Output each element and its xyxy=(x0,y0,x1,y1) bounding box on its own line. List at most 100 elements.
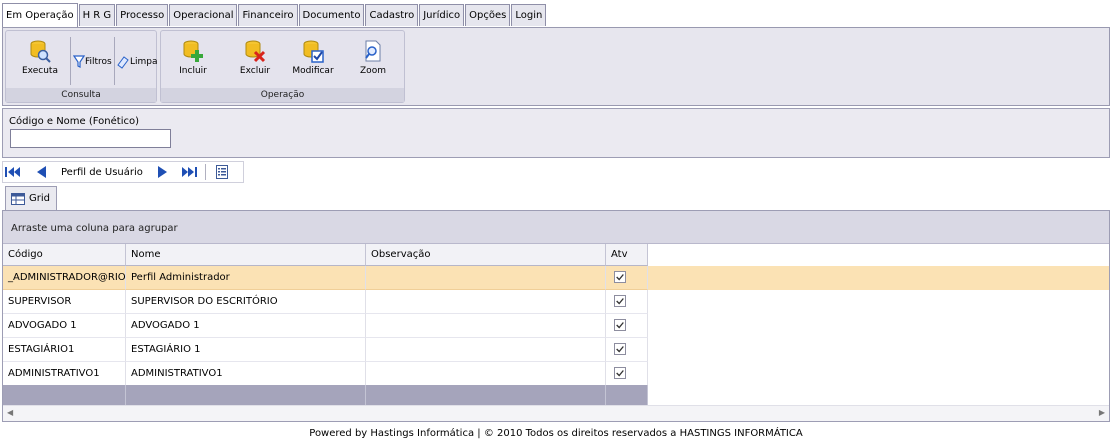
tab-cadastro[interactable]: Cadastro xyxy=(365,4,419,26)
cell-codigo[interactable]: _ADMINISTRADOR@RIO xyxy=(3,266,126,290)
scroll-left-icon[interactable]: ◀ xyxy=(7,408,13,417)
database-search-icon xyxy=(30,40,51,63)
modificar-button[interactable]: Modificar xyxy=(291,39,335,83)
cell-observacao[interactable] xyxy=(366,290,606,314)
navigator-separator xyxy=(204,164,206,180)
operacao-group-label: Operação xyxy=(161,88,404,102)
operacao-group: Incluir Excluir Modificar Zoom Operação xyxy=(160,30,405,103)
tab-financeiro[interactable]: Financeiro xyxy=(238,4,298,26)
codigo-nome-input[interactable] xyxy=(10,129,171,148)
cell-atv[interactable] xyxy=(606,266,648,290)
funnel-icon xyxy=(73,55,85,68)
column-header-codigo[interactable]: Código xyxy=(3,244,126,266)
executa-label: Executa xyxy=(22,66,58,76)
codigo-nome-label: Código e Nome (Fonético) xyxy=(9,116,139,127)
tab-documento[interactable]: Documento xyxy=(298,4,365,26)
page-footer: Powered by Hastings Informática | © 2010… xyxy=(309,428,803,439)
cell-observacao[interactable] xyxy=(366,266,606,290)
cell-atv[interactable] xyxy=(606,338,648,362)
grid-icon xyxy=(11,192,25,205)
tab-processo[interactable]: Processo xyxy=(116,4,169,26)
tab-grid[interactable]: Grid xyxy=(5,186,57,210)
prev-record-button[interactable] xyxy=(31,163,51,181)
column-header-atv[interactable]: Atv xyxy=(606,244,648,266)
group-by-panel[interactable]: Arraste uma coluna para agrupar xyxy=(3,211,1109,244)
grid-tab-label: Grid xyxy=(29,193,50,204)
checkbox-checked-icon[interactable] xyxy=(614,343,626,355)
database-add-icon xyxy=(183,40,203,62)
cell-atv[interactable] xyxy=(606,362,648,386)
executa-button[interactable]: Executa xyxy=(20,39,60,83)
cell-observacao[interactable] xyxy=(366,338,606,362)
scroll-right-icon[interactable]: ▶ xyxy=(1099,408,1105,417)
cell-codigo[interactable]: ESTAGIÁRIO1 xyxy=(3,338,126,362)
consulta-group: Executa Filtros Limpa Consulta xyxy=(5,30,158,103)
tab-opcoes[interactable]: Opções xyxy=(465,4,511,26)
zoom-label: Zoom xyxy=(360,66,386,76)
cell-nome[interactable]: SUPERVISOR DO ESCRITÓRIO xyxy=(126,290,366,314)
last-record-button[interactable] xyxy=(179,163,199,181)
cell-nome[interactable]: ADVOGADO 1 xyxy=(126,314,366,338)
incluir-label: Incluir xyxy=(179,66,207,76)
navigator-title: Perfil de Usuário xyxy=(61,166,143,178)
excluir-button[interactable]: Excluir xyxy=(235,39,275,83)
horizontal-scrollbar[interactable]: ◀ ▶ xyxy=(3,405,1109,421)
list-view-button[interactable] xyxy=(212,163,232,181)
ribbon-separator xyxy=(70,37,71,85)
cell-observacao[interactable] xyxy=(366,314,606,338)
cell-nome[interactable]: ESTAGIÁRIO 1 xyxy=(126,338,366,362)
consulta-group-label: Consulta xyxy=(6,88,156,102)
tab-em-operacao[interactable]: Em Operação xyxy=(2,3,78,27)
table-row[interactable]: _ADMINISTRADOR@RIO Perfil Administrador xyxy=(3,266,1109,290)
ribbon-separator xyxy=(114,37,115,85)
cell-observacao[interactable] xyxy=(366,362,606,386)
table-row[interactable]: ESTAGIÁRIO1 ESTAGIÁRIO 1 xyxy=(3,338,648,362)
cell-codigo[interactable]: SUPERVISOR xyxy=(3,290,126,314)
limpa-label: Limpa xyxy=(130,57,158,67)
checkbox-checked-icon[interactable] xyxy=(614,367,626,379)
checkbox-checked-icon[interactable] xyxy=(614,295,626,307)
record-navigator: Perfil de Usuário xyxy=(2,161,244,183)
group-by-hint: Arraste uma coluna para agrupar xyxy=(11,223,178,234)
first-record-button[interactable] xyxy=(3,163,23,181)
ribbon: Executa Filtros Limpa Consulta Incluir E… xyxy=(2,27,1110,106)
checkbox-checked-icon[interactable] xyxy=(614,319,626,331)
cell-nome[interactable]: ADMINISTRATIVO1 xyxy=(126,362,366,386)
document-zoom-icon xyxy=(365,40,381,62)
last-record-icon xyxy=(181,167,197,177)
checkbox-checked-icon[interactable] xyxy=(614,271,626,283)
first-record-icon xyxy=(5,167,20,177)
cell-nome[interactable]: Perfil Administrador xyxy=(126,266,366,290)
incluir-button[interactable]: Incluir xyxy=(173,39,213,83)
tab-juridico[interactable]: Jurídico xyxy=(419,4,465,26)
data-grid: Arraste uma coluna para agrupar Código N… xyxy=(2,210,1110,422)
tab-hrg[interactable]: H R G xyxy=(78,4,116,26)
modificar-label: Modificar xyxy=(292,66,334,76)
filtros-label: Filtros xyxy=(85,57,112,67)
column-header-observacao[interactable]: Observação xyxy=(366,244,606,266)
table-row[interactable]: ADVOGADO 1 ADVOGADO 1 xyxy=(3,314,648,338)
tab-operacional[interactable]: Operacional xyxy=(169,4,238,26)
database-edit-icon xyxy=(303,40,324,63)
grid-footer-row xyxy=(3,385,648,405)
tab-login[interactable]: Login xyxy=(511,4,547,26)
prev-record-icon xyxy=(37,166,46,178)
next-record-button[interactable] xyxy=(153,163,173,181)
cell-atv[interactable] xyxy=(606,314,648,338)
list-icon xyxy=(215,165,228,179)
filtros-button[interactable]: Filtros xyxy=(73,53,112,71)
next-record-icon xyxy=(157,166,167,178)
filter-panel: Código e Nome (Fonético) xyxy=(2,108,1110,158)
table-row[interactable]: SUPERVISOR SUPERVISOR DO ESCRITÓRIO xyxy=(3,290,648,314)
database-delete-icon xyxy=(245,40,266,63)
cell-codigo[interactable]: ADVOGADO 1 xyxy=(3,314,126,338)
cell-codigo[interactable]: ADMINISTRATIVO1 xyxy=(3,362,126,386)
excluir-label: Excluir xyxy=(239,66,271,76)
column-header-nome[interactable]: Nome xyxy=(126,244,366,266)
zoom-button[interactable]: Zoom xyxy=(355,39,391,83)
main-tabs: Em Operação H R G Processo Operacional F… xyxy=(2,3,547,27)
eraser-icon xyxy=(117,56,129,69)
cell-atv[interactable] xyxy=(606,290,648,314)
limpa-button[interactable]: Limpa xyxy=(116,53,158,71)
table-row[interactable]: ADMINISTRATIVO1 ADMINISTRATIVO1 xyxy=(3,362,648,386)
